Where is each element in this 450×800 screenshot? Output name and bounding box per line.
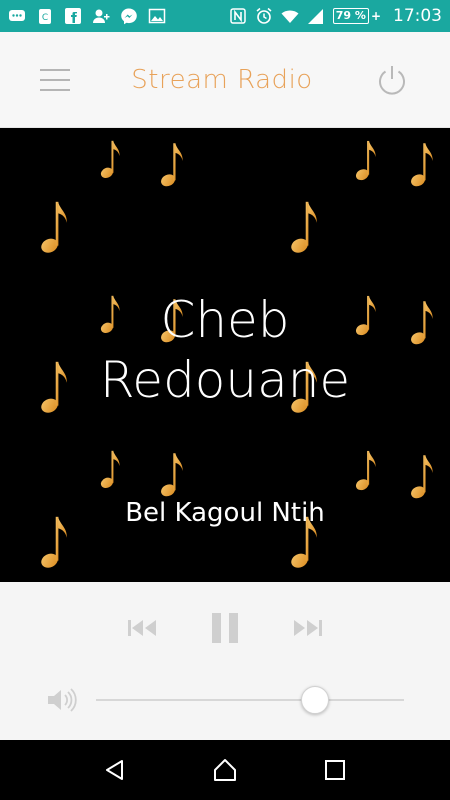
speaker-icon — [48, 688, 77, 712]
artist-line-1: Cheb — [160, 291, 290, 349]
clock: 17:03 — [393, 6, 442, 26]
notification-icons: C — [8, 7, 229, 25]
volume-row — [44, 682, 404, 718]
music-note-icon — [100, 450, 120, 488]
messenger-icon — [120, 7, 138, 25]
battery-icon: 79 % + — [332, 8, 381, 24]
previous-button[interactable] — [126, 611, 160, 645]
nfc-icon — [229, 7, 247, 25]
music-note-icon — [411, 143, 433, 187]
player-controls — [0, 582, 450, 740]
battery-level: 79 % — [332, 8, 369, 24]
status-bar: C 79 % + 17:03 — [0, 0, 450, 32]
app-title: Stream Radio — [131, 64, 313, 95]
power-icon — [379, 65, 405, 95]
music-note-icon — [100, 140, 120, 178]
mute-button[interactable] — [44, 683, 78, 717]
menu-icon — [40, 68, 70, 71]
artist-line-2: Redouane — [99, 351, 351, 409]
volume-slider[interactable] — [96, 686, 404, 714]
signal-icon — [307, 7, 325, 25]
home-button[interactable] — [205, 750, 245, 790]
back-icon — [106, 760, 123, 780]
next-icon — [294, 620, 322, 636]
artist-name: Cheb Redouane — [0, 290, 450, 410]
pause-button[interactable] — [208, 611, 242, 645]
next-button[interactable] — [290, 611, 324, 645]
music-note-icon — [355, 140, 376, 181]
system-icons: 79 % + 17:03 — [229, 6, 442, 26]
music-note-icon — [161, 143, 183, 187]
recents-icon — [325, 760, 345, 780]
track-title: Bel Kagoul Ntih — [125, 498, 325, 528]
svg-text:C: C — [42, 13, 48, 23]
image-icon — [148, 7, 166, 25]
music-note-icon — [161, 453, 183, 497]
clipboard-icon: C — [36, 7, 54, 25]
music-note-icon — [411, 455, 433, 499]
charging-indicator: + — [370, 9, 381, 23]
transport-controls — [0, 608, 450, 648]
pause-icon — [212, 613, 238, 643]
music-note-icon — [355, 450, 376, 491]
music-note-icon — [291, 201, 317, 253]
now-playing-artwork: Cheb Redouane Bel Kagoul Ntih — [0, 128, 450, 582]
volume-slider-thumb[interactable] — [300, 686, 329, 714]
menu-button[interactable] — [40, 66, 70, 94]
previous-icon — [128, 620, 156, 636]
wifi-icon — [281, 7, 299, 25]
home-icon — [214, 759, 236, 781]
add-contact-icon — [92, 7, 110, 25]
navigation-bar — [0, 740, 450, 800]
back-button[interactable] — [95, 750, 135, 790]
alarm-icon — [255, 7, 273, 25]
music-note-icon — [41, 201, 67, 253]
facebook-icon — [64, 7, 82, 25]
chat-icon — [8, 7, 26, 25]
power-button[interactable] — [374, 62, 410, 98]
app-header: Stream Radio — [0, 32, 450, 128]
recents-button[interactable] — [315, 750, 355, 790]
